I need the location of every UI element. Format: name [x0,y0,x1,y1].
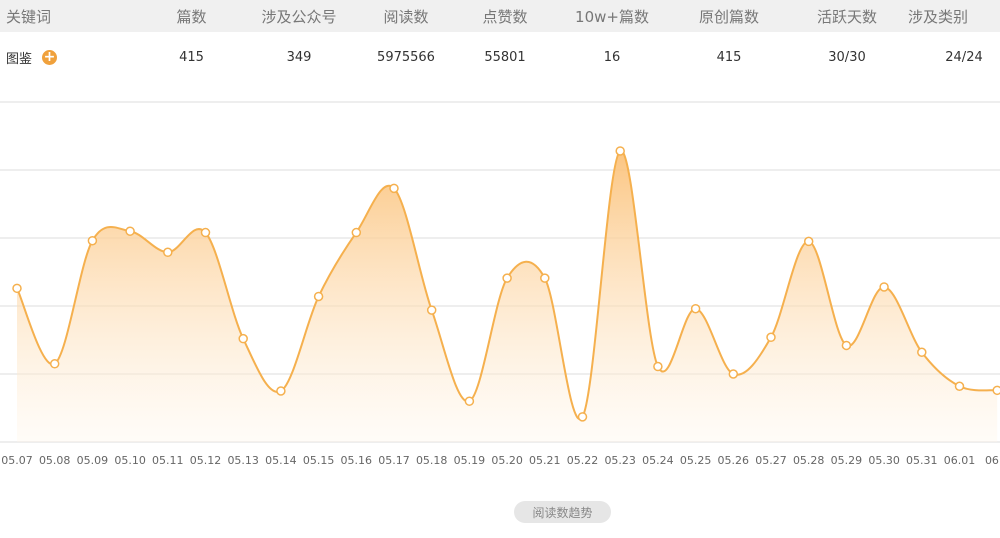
data-point-05.28[interactable] [803,236,814,247]
data-point-05.11[interactable] [163,247,173,258]
data-point-05.08[interactable] [49,359,60,369]
data-point-05.19[interactable] [464,396,475,406]
x-tick-label: 05.23 [604,454,636,467]
data-point-05.29[interactable] [841,340,852,351]
data-point-05.31[interactable] [917,347,927,357]
x-tick-label: 05.19 [454,454,486,467]
x-tick-label: 05.09 [77,454,109,467]
data-point-05.24[interactable] [653,361,663,372]
x-tick-label: 05.08 [39,454,71,467]
x-tick-label: 06.0 [985,454,1000,467]
data-point-05.10[interactable] [125,226,135,236]
x-tick-label: 05.16 [341,454,373,467]
x-tick-label: 05.22 [567,454,599,467]
data-point-05.09[interactable] [87,235,98,246]
data-point-05.13[interactable] [238,333,248,344]
data-point-06.01[interactable] [954,381,965,391]
x-tick-label: 05.31 [906,454,938,467]
data-point-06.02[interactable] [992,385,1000,396]
x-tick-label: 05.12 [190,454,222,467]
x-tick-label: 05.24 [642,454,674,467]
data-point-05.16[interactable] [351,227,362,238]
x-tick-label: 05.15 [303,454,335,467]
x-tick-label: 05.17 [378,454,410,467]
x-tick-label: 05.29 [831,454,863,467]
area-fill [17,150,998,443]
data-point-05.23[interactable] [615,146,625,156]
data-point-05.07[interactable] [12,283,22,294]
data-point-05.17[interactable] [389,183,399,194]
legend-series-toggle[interactable]: 阅读数趋势 [514,501,611,523]
x-tick-label: 05.13 [227,454,259,467]
x-tick-label: 05.14 [265,454,297,467]
x-tick-label: 05.28 [793,454,825,467]
x-axis-ticks: 05.07 05.08 05.09 05.10 05.11 05.12 05.13 05.14… [1,454,1000,467]
x-tick-label: 05.11 [152,454,184,467]
data-point-05.15[interactable] [313,291,324,302]
data-point-05.12[interactable] [200,227,211,238]
x-tick-label: 05.21 [529,454,561,467]
data-point-05.22[interactable] [577,412,588,422]
reads-trend-chart: 05.07 05.08 05.09 05.10 05.11 05.12 05.13 05.14… [0,101,1000,467]
x-tick-label: 05.25 [680,454,712,467]
data-point-05.25[interactable] [690,303,701,314]
x-tick-label: 05.18 [416,454,448,467]
x-tick-label: 05.27 [755,454,787,467]
x-tick-label: 05.07 [1,454,33,467]
data-point-05.20[interactable] [502,273,512,283]
data-point-05.30[interactable] [879,282,889,292]
data-point-05.27[interactable] [766,332,776,343]
x-tick-label: 05.26 [718,454,750,467]
x-tick-label: 05.20 [491,454,523,467]
x-tick-label: 06.01 [944,454,976,467]
data-point-05.21[interactable] [540,273,550,283]
x-tick-label: 05.30 [868,454,900,467]
data-point-05.18[interactable] [426,305,437,315]
data-point-05.14[interactable] [276,386,286,396]
x-tick-label: 05.10 [114,454,146,467]
data-point-05.26[interactable] [728,369,739,379]
